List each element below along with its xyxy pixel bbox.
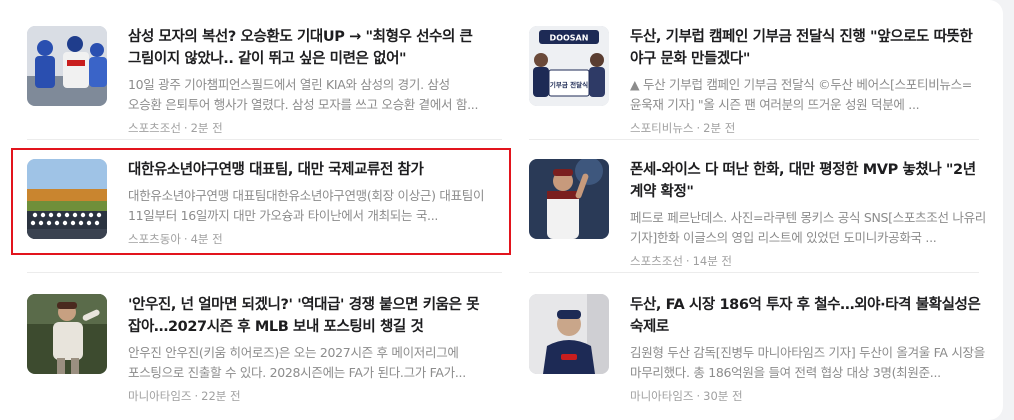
news-source: 스포티비뉴스 [630, 121, 694, 135]
pitcher-throwing-photo [27, 294, 107, 374]
news-time: 22분 전 [201, 389, 241, 403]
separator-dot: · [696, 389, 701, 403]
news-title[interactable]: 삼성 모자의 복선? 오승환도 기대UP → "최형우 선수의 큰 그림이지 않… [128, 26, 487, 70]
news-time: 2분 전 [703, 121, 736, 135]
divider [529, 272, 979, 273]
news-meta: 스포티비뉴스 · 2분 전 [630, 120, 989, 136]
divider [27, 139, 502, 140]
news-thumbnail[interactable]: DOOSAN 기부금 전달식 [529, 26, 609, 106]
pitcher-photo [529, 159, 609, 239]
news-time: 30분 전 [703, 389, 743, 403]
news-title[interactable]: '안우진, 넌 얼마면 되겠니?' '역대급' 경쟁 붙으면 키움은 못 잡아…… [128, 294, 487, 338]
news-meta: 마니아타임즈 · 22분 전 [128, 388, 487, 404]
news-title[interactable]: 두산, 기부럽 캠페인 기부금 전달식 진행 "앞으로도 따뜻한 야구 문화 만… [630, 26, 989, 70]
news-thumbnail[interactable] [529, 294, 609, 374]
news-list-panel: 삼성 모자의 복선? 오승환도 기대UP → "최형우 선수의 큰 그림이지 않… [0, 0, 1003, 420]
news-item[interactable]: 삼성 모자의 복선? 오승환도 기대UP → "최형우 선수의 큰 그림이지 않… [27, 26, 487, 135]
news-meta: 마니아타임즈 · 30분 전 [630, 388, 989, 404]
news-meta: 스포츠조선 · 14분 전 [630, 253, 989, 269]
news-item[interactable]: '안우진, 넌 얼마면 되겠니?' '역대급' 경쟁 붙으면 키움은 못 잡아…… [27, 294, 487, 403]
news-item[interactable]: 폰세-와이스 다 떠난 한화, 대만 평정한 MVP 놓쳤나 "2년 계약 확정… [529, 159, 989, 268]
divider [529, 139, 979, 140]
separator-dot: · [183, 121, 188, 135]
news-summary: ▲ 두산 기부럽 캠페인 기부금 전달식 ©두산 베어스[스포티비뉴스=윤욱재 … [630, 77, 972, 112]
news-source: 스포츠조선 [630, 254, 683, 268]
news-source: 마니아타임즈 [630, 389, 694, 403]
news-title[interactable]: 두산, FA 시장 186억 투자 후 철수…외야·타격 불확실성은 숙제로 [630, 294, 989, 338]
news-time: 14분 전 [692, 254, 733, 268]
selection-highlight-box [11, 148, 511, 255]
board-text: 기부금 전달식 [550, 80, 588, 89]
news-summary: 김원형 두산 감독[진병두 마니아타임즈 기자] 두산이 올겨울 FA 시장을 … [630, 345, 985, 380]
separator-dot: · [685, 254, 690, 268]
news-title[interactable]: 폰세-와이스 다 떠난 한화, 대만 평정한 MVP 놓쳤나 "2년 계약 확정… [630, 159, 989, 203]
news-meta: 스포츠조선 · 2분 전 [128, 120, 487, 136]
manager-photo [529, 294, 609, 374]
divider [27, 272, 502, 273]
banner-text: DOOSAN [550, 34, 589, 43]
news-source: 스포츠조선 [128, 121, 181, 135]
news-item[interactable]: DOOSAN 기부금 전달식 두산, 기부럽 캠페인 기부금 전달식 진행 "앞… [529, 26, 989, 135]
news-time: 2분 전 [190, 121, 223, 135]
news-summary: 안우진 안우진(키움 히어로즈)은 오는 2027시즌 후 메이저리그에 포스팅… [128, 345, 466, 380]
separator-dot: · [194, 389, 199, 403]
news-summary: 페드로 페르난데스. 사진=라쿠텐 몽키스 공식 SNS[스포츠조선 나유리 기… [630, 210, 986, 245]
news-source: 마니아타임즈 [128, 389, 192, 403]
donation-ceremony-photo: DOOSAN 기부금 전달식 [529, 26, 609, 106]
news-summary: 10일 광주 기아챔피언스필드에서 열린 KIA와 삼성의 경기. 삼성 오승환… [128, 77, 479, 112]
baseball-players-photo [27, 26, 107, 106]
news-thumbnail[interactable] [27, 26, 107, 106]
news-thumbnail[interactable] [529, 159, 609, 239]
news-thumbnail[interactable] [27, 294, 107, 374]
separator-dot: · [696, 121, 701, 135]
news-item[interactable]: 두산, FA 시장 186억 투자 후 철수…외야·타격 불확실성은 숙제로 김… [529, 294, 989, 403]
